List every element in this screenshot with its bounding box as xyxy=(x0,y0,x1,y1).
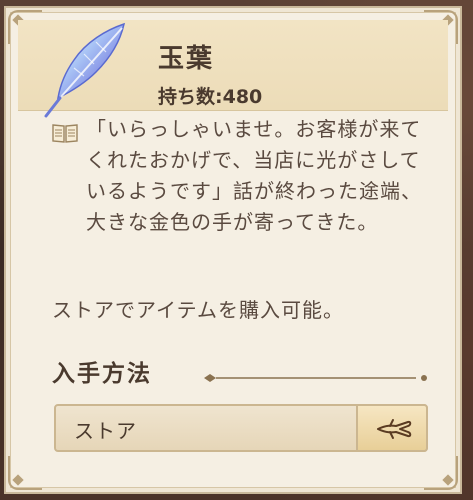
hand-pointer-icon xyxy=(377,419,412,439)
item-detail-panel: 玉葉 持ち数:480 「いらっしゃいませ。お客様が来てくれたおかげで、当店に光が… xyxy=(4,6,462,494)
source-label: ストア xyxy=(74,419,137,443)
item-name: 玉葉 xyxy=(158,44,215,74)
acquisition-title: 入手方法 xyxy=(52,360,152,387)
go-to-store-button[interactable] xyxy=(356,404,428,452)
item-description: 「いらっしゃいませ。お客様が来てくれたおかげで、当店に光がさしているようです」話… xyxy=(86,117,422,234)
source-store-button[interactable]: ストア xyxy=(54,404,428,452)
item-header: 玉葉 持ち数:480 xyxy=(18,20,448,118)
feather-crystal-icon xyxy=(36,20,136,120)
item-quantity: 持ち数:480 xyxy=(158,86,263,108)
frame-corner xyxy=(424,456,458,490)
book-icon xyxy=(52,122,78,144)
frame-corner xyxy=(8,456,42,490)
ornament-divider xyxy=(202,368,430,382)
availability-text: ストアでアイテムを購入可能。 xyxy=(52,298,344,322)
